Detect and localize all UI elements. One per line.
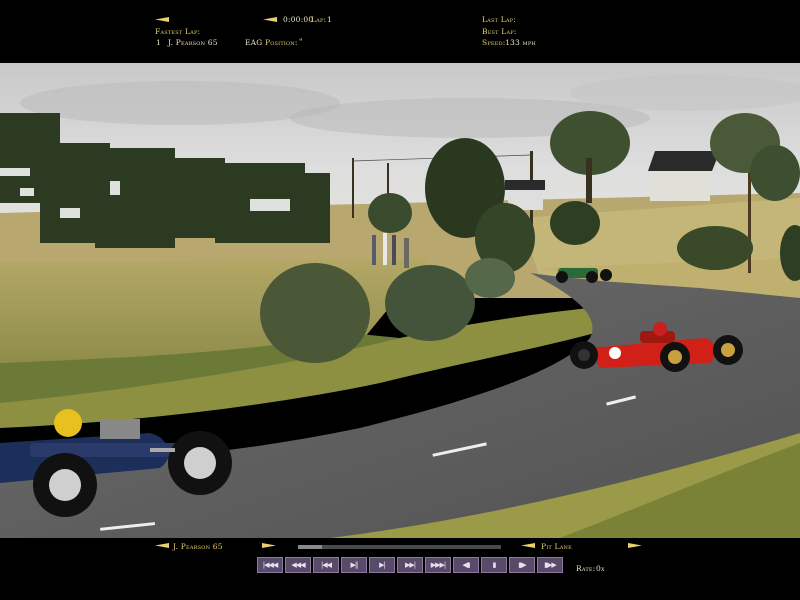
replay-progress-fill	[298, 545, 323, 549]
camera-view-label: Pit Lane	[541, 542, 572, 551]
play-pause-button[interactable]: ▶‖	[341, 557, 367, 573]
fastest-lap-driver: J. Pearson 65	[168, 38, 218, 47]
rewind-button[interactable]: |◀◀	[313, 557, 339, 573]
rate-value: 0x	[596, 564, 605, 573]
fast-rewind-button[interactable]: ◀◀◀	[285, 557, 311, 573]
next-car-icon[interactable]	[262, 543, 276, 548]
position-value: "	[299, 37, 303, 46]
fastest-lap-position: 1	[156, 38, 161, 47]
speed-label: Speed:	[482, 38, 506, 47]
last-lap-label: Last Lap:	[482, 15, 517, 24]
speed-value: 133 mph	[505, 38, 536, 47]
race-scene	[0, 63, 800, 538]
prev-car-icon[interactable]	[155, 543, 169, 548]
replay-controls: |◀◀◀ ◀◀◀ |◀◀ ▶‖ ▶| ▶▶| ▶▶▶| ◀▮ ▮ ▮▶ ▮▶▶	[257, 557, 563, 573]
top-hud	[0, 0, 800, 63]
skip-to-start-button[interactable]: |◀◀◀	[257, 557, 283, 573]
next-event-button[interactable]: ▮▶	[509, 557, 535, 573]
lap-value: 1	[327, 15, 332, 24]
skip-to-end-button[interactable]: ▶▶▶|	[425, 557, 451, 573]
last-event-button[interactable]: ▮▶▶	[537, 557, 563, 573]
replay-progress-bar[interactable]	[298, 545, 501, 549]
step-forward-button[interactable]: ▶|	[369, 557, 395, 573]
focused-driver: J. Pearson 65	[173, 542, 223, 551]
fastest-lap-label: Fastest Lap:	[155, 27, 201, 36]
prev-arrow-icon[interactable]	[263, 17, 277, 22]
prev-event-button[interactable]: ◀▮	[453, 557, 479, 573]
position-label: Position:	[265, 38, 298, 47]
driver-code: EAG	[245, 38, 263, 47]
prev-camera-icon[interactable]	[521, 543, 535, 548]
race-viewport[interactable]	[0, 63, 800, 538]
next-camera-icon[interactable]	[628, 543, 642, 548]
stop-button[interactable]: ▮	[481, 557, 507, 573]
bush	[260, 263, 370, 363]
rate-label: Rate:	[576, 564, 596, 573]
lap-label: Lap:	[311, 15, 327, 24]
best-lap-label: Best Lap:	[482, 27, 517, 36]
fast-forward-button[interactable]: ▶▶|	[397, 557, 423, 573]
prev-arrow-icon[interactable]	[155, 17, 169, 22]
session-time: 0:00:00	[283, 15, 314, 24]
